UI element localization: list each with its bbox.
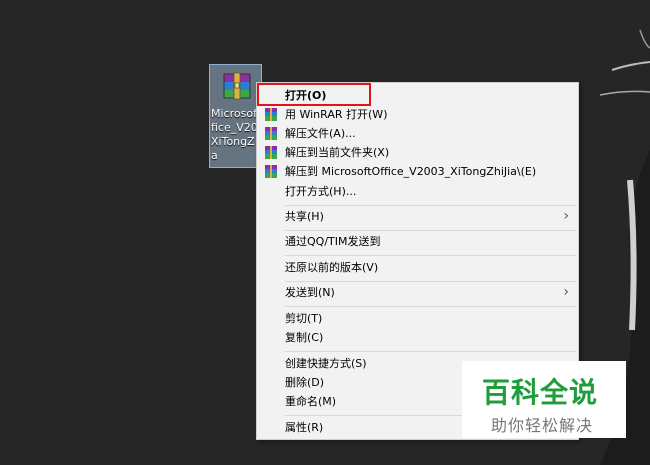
menu-item-share[interactable]: 共享(H) › [257, 207, 578, 226]
menu-separator [285, 230, 576, 231]
menu-item-label: 解压到 MicrosoftOffice_V2003_XiTongZhiJia\(… [285, 165, 537, 178]
menu-item-label: 重命名(M) [285, 395, 337, 408]
winrar-icon [265, 127, 277, 140]
menu-separator [285, 351, 576, 352]
menu-item-copy[interactable]: 复制(C) [257, 328, 578, 347]
menu-item-label: 用 WinRAR 打开(W) [285, 108, 388, 121]
desktop-icon-label: Microsoft fice_V200 XiTongZ a [211, 107, 262, 162]
menu-item-label: 剪切(T) [285, 312, 323, 325]
menu-item-label: 属性(R) [285, 421, 324, 434]
menu-item-label: 复制(C) [285, 331, 324, 344]
menu-item-label: 删除(D) [285, 376, 325, 389]
chevron-right-icon: › [563, 208, 569, 224]
watermark-subtitle: 助你轻松解决 [491, 416, 594, 435]
menu-separator [285, 255, 576, 256]
winrar-icon [265, 108, 277, 121]
menu-item-label: 解压到当前文件夹(X) [285, 146, 390, 159]
menu-item-extract-to-folder[interactable]: 解压到 MicrosoftOffice_V2003_XiTongZhiJia\(… [257, 162, 578, 181]
desktop-icon-archive[interactable]: Microsoft fice_V200 XiTongZ a [209, 64, 262, 168]
winrar-icon [265, 165, 277, 178]
winrar-archive-icon [223, 72, 251, 100]
menu-item-extract-here[interactable]: 解压到当前文件夹(X) [257, 143, 578, 162]
chevron-right-icon: › [563, 284, 569, 300]
menu-item-label: 打开方式(H)... [285, 185, 357, 198]
menu-item-label: 通过QQ/TIM发送到 [285, 235, 381, 248]
watermark: 百科全说 助你轻松解决 [462, 361, 626, 438]
menu-item-extract-files[interactable]: 解压文件(A)... [257, 124, 578, 143]
highlight-annotation [257, 83, 371, 106]
watermark-title: 百科全说 [482, 376, 599, 409]
menu-separator [285, 205, 576, 206]
menu-item-open-with-winrar[interactable]: 用 WinRAR 打开(W) [257, 105, 578, 124]
menu-item-label: 创建快捷方式(S) [285, 357, 367, 370]
menu-item-send-to[interactable]: 发送到(N) › [257, 283, 578, 302]
menu-item-label: 还原以前的版本(V) [285, 261, 379, 274]
menu-separator [285, 281, 576, 282]
menu-item-label: 解压文件(A)... [285, 127, 356, 140]
winrar-icon [265, 146, 277, 159]
menu-item-label: 发送到(N) [285, 286, 335, 299]
menu-item-restore-previous-versions[interactable]: 还原以前的版本(V) [257, 258, 578, 277]
menu-separator [285, 306, 576, 307]
menu-item-open-with[interactable]: 打开方式(H)... [257, 182, 578, 201]
menu-item-cut[interactable]: 剪切(T) [257, 309, 578, 328]
menu-item-label: 共享(H) [285, 210, 324, 223]
menu-item-send-via-qq-tim[interactable]: 通过QQ/TIM发送到 [257, 232, 578, 251]
